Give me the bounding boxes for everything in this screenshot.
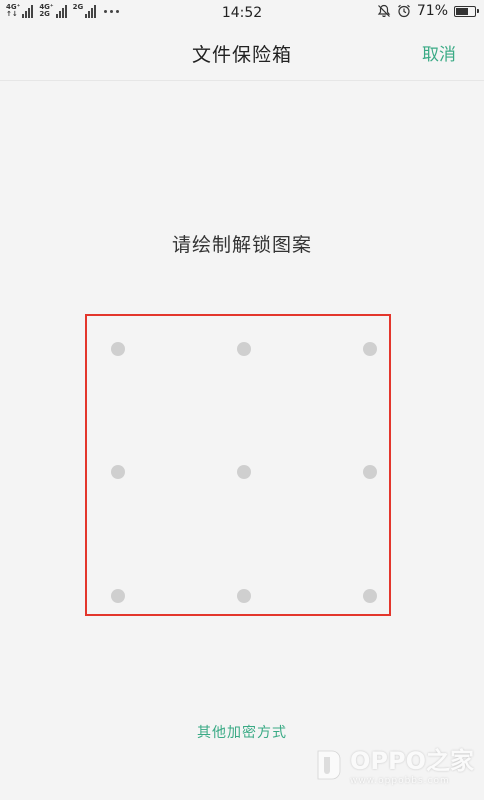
mute-bell-icon xyxy=(377,4,391,18)
battery-percent: 71% xyxy=(416,3,448,19)
battery-level-fill xyxy=(456,7,468,15)
pattern-dot-5[interactable] xyxy=(237,465,251,479)
other-encryption-methods-link[interactable]: 其他加密方式 xyxy=(0,722,484,742)
page-title: 文件保险箱 xyxy=(191,44,292,66)
pattern-dot-1[interactable] xyxy=(111,342,125,356)
pattern-prompt: 请绘制解锁图案 xyxy=(171,234,312,256)
battery-icon xyxy=(454,5,479,17)
pattern-dot-9[interactable] xyxy=(363,589,377,603)
pattern-dot-2[interactable] xyxy=(237,342,251,356)
pattern-lock-area[interactable] xyxy=(85,314,391,616)
header-divider xyxy=(0,80,484,81)
header: 文件保险箱 取消 xyxy=(0,26,484,80)
oppo-logo-icon xyxy=(317,750,341,779)
pattern-dot-3[interactable] xyxy=(363,342,377,356)
watermark-brand: OPPO之家 xyxy=(350,747,474,775)
pattern-dot-7[interactable] xyxy=(111,589,125,603)
status-right: 71% xyxy=(377,3,479,19)
status-bar: 4G⁺ ↑↓ 4G⁺ 2G 2G 14:52 71% xyxy=(0,0,484,26)
watermark: OPPO之家 www.oppobbs.com xyxy=(314,741,474,786)
alarm-icon xyxy=(397,4,410,18)
cancel-button[interactable]: 取消 xyxy=(422,40,456,65)
pattern-dot-8[interactable] xyxy=(237,589,251,603)
watermark-url: www.oppobbs.com xyxy=(350,776,450,786)
pattern-dot-4[interactable] xyxy=(111,465,125,479)
pattern-dot-6[interactable] xyxy=(363,465,377,479)
